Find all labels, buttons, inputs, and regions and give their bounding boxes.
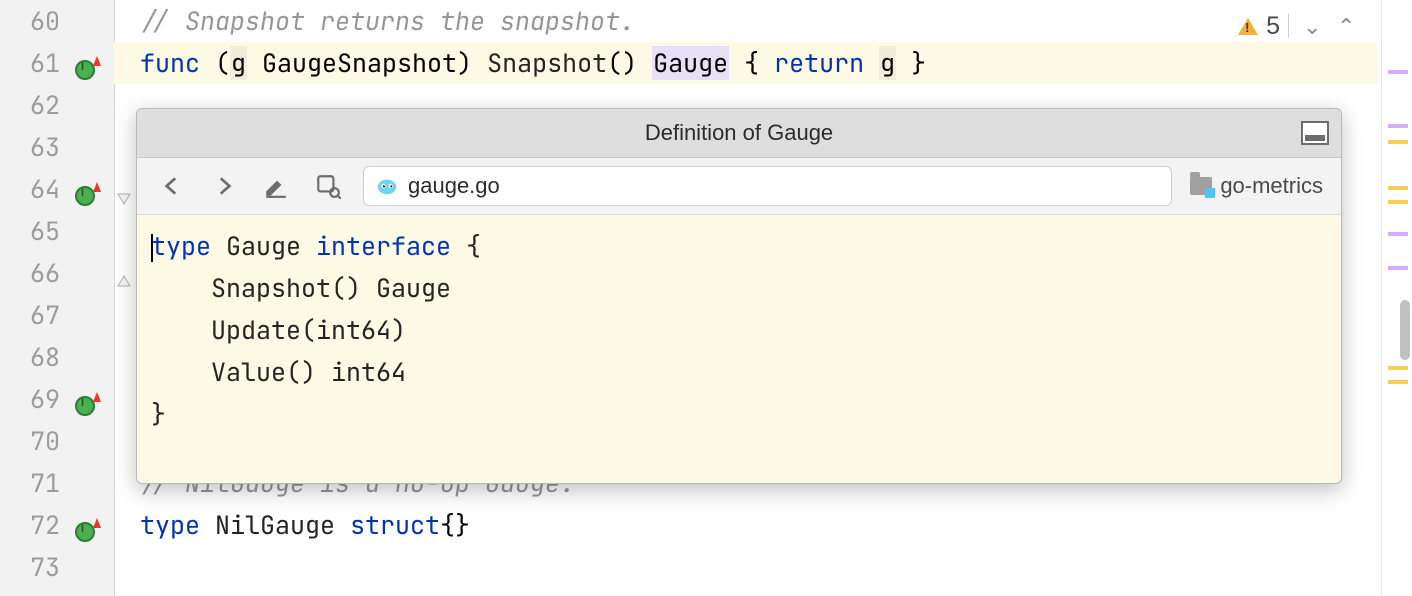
line-number[interactable]: 69	[0, 378, 64, 420]
nav-back-button[interactable]	[155, 169, 189, 203]
line-number[interactable]: 73	[0, 546, 64, 588]
module-name: go-metrics	[1220, 173, 1323, 199]
line-number[interactable]: 72	[0, 504, 64, 546]
stripe-mark[interactable]	[1388, 266, 1408, 270]
nav-forward-button[interactable]	[207, 169, 241, 203]
divider	[1288, 14, 1289, 38]
file-name: gauge.go	[408, 173, 500, 199]
warning-count: 5	[1266, 12, 1280, 41]
inspection-widget[interactable]: 5 ⌄ ⌃	[1238, 10, 1357, 42]
implements-gutter-icon[interactable]	[75, 54, 95, 74]
line-number[interactable]: 64	[0, 168, 64, 210]
line-number[interactable]: 68	[0, 336, 64, 378]
line-number[interactable]: 65	[0, 210, 64, 252]
code-editor: 6061626364656667686970717273 // Snapshot…	[0, 0, 1412, 596]
implements-gutter-icon[interactable]	[75, 516, 95, 536]
line-number[interactable]: 67	[0, 294, 64, 336]
line-number[interactable]: 66	[0, 252, 64, 294]
show-usages-button[interactable]	[311, 169, 345, 203]
line-number[interactable]: 63	[0, 126, 64, 168]
scrollbar-thumb[interactable]	[1400, 300, 1410, 360]
popup-toolbar: gauge.go go-metrics	[137, 158, 1341, 215]
implements-gutter-icon[interactable]	[75, 390, 95, 410]
folder-icon	[1190, 177, 1212, 195]
line-number[interactable]: 70	[0, 420, 64, 462]
stripe-mark[interactable]	[1388, 366, 1408, 370]
file-breadcrumb[interactable]: gauge.go	[363, 166, 1172, 206]
popup-code[interactable]: type Gauge interface { Snapshot() Gauge …	[137, 215, 1341, 445]
line-number[interactable]: 61	[0, 42, 64, 84]
gutter[interactable]: 6061626364656667686970717273	[0, 0, 115, 596]
line-number[interactable]: 71	[0, 462, 64, 504]
stripe-mark[interactable]	[1388, 232, 1408, 236]
line-number[interactable]: 62	[0, 84, 64, 126]
popup-titlebar[interactable]: Definition of Gauge	[137, 109, 1341, 158]
code-line[interactable]: func (g GaugeSnapshot) Snapshot() Gauge …	[114, 42, 1378, 84]
prev-highlight-button[interactable]: ⌃	[1331, 13, 1357, 39]
symbol-gauge[interactable]: Gauge	[652, 46, 729, 80]
code-line[interactable]: type NilGauge struct{}	[114, 504, 1378, 546]
implements-gutter-icon[interactable]	[75, 180, 95, 200]
stripe-mark[interactable]	[1388, 200, 1408, 204]
stripe-mark[interactable]	[1388, 124, 1408, 128]
comment: // Snapshot returns the snapshot.	[140, 4, 635, 38]
stripe-mark[interactable]	[1388, 140, 1408, 144]
warning-icon	[1238, 18, 1258, 35]
edit-source-button[interactable]	[259, 169, 293, 203]
open-in-editor-icon[interactable]	[1301, 121, 1329, 145]
error-stripe[interactable]	[1381, 0, 1412, 596]
stripe-mark[interactable]	[1388, 380, 1408, 384]
stripe-mark[interactable]	[1388, 186, 1408, 190]
quick-definition-popup: Definition of Gauge gauge.go go-metr	[136, 108, 1342, 484]
next-highlight-button[interactable]: ⌄	[1297, 13, 1323, 39]
stripe-mark[interactable]	[1388, 70, 1408, 74]
line-number[interactable]: 60	[0, 0, 64, 42]
code-line[interactable]: // Snapshot returns the snapshot.	[114, 0, 1378, 42]
go-file-icon	[376, 175, 398, 197]
module-label[interactable]: go-metrics	[1190, 173, 1323, 199]
popup-title-text: Definition of Gauge	[645, 120, 833, 146]
